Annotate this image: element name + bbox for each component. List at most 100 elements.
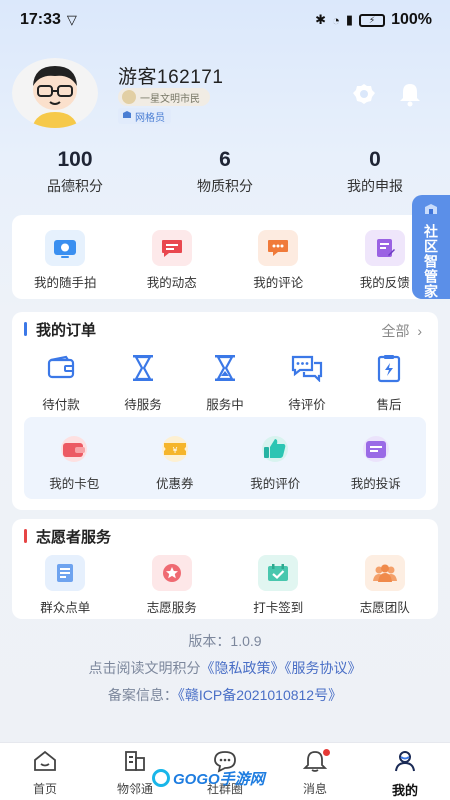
username: 游客162171 [118, 67, 224, 88]
tab-label: 首页 [32, 782, 57, 796]
review-icon [287, 350, 327, 386]
community-assistant-label: 社区智管家 [423, 224, 439, 299]
level-badge-label: 一星文明市民 [140, 93, 200, 105]
tab-home[interactable]: 首页 [0, 743, 90, 800]
wifi-icon: ◔ [332, 12, 340, 28]
hourglass-icon [123, 350, 163, 386]
sub-item-label: 我的卡包 [49, 477, 100, 491]
stat-label: 品德积分 [47, 178, 103, 194]
service-agreement-link[interactable]: 《服务协议》 [285, 660, 362, 676]
comment-icon [258, 230, 299, 266]
order-status-label: 服务中 [206, 398, 244, 412]
volunteer-service[interactable]: 志愿服务 [119, 555, 226, 616]
orders-header: 我的订单 全部 › [12, 312, 438, 346]
settings-icon[interactable] [350, 80, 378, 108]
sub-item-label: 优惠券 [155, 477, 194, 491]
volunteer-checkin[interactable]: 打卡签到 [225, 555, 332, 616]
watermark-logo-icon [152, 769, 170, 787]
view-all-orders-link[interactable]: 全部 › [382, 321, 422, 341]
community-assistant-tag[interactable]: 社区智管家 [412, 195, 450, 299]
notification-bell-icon[interactable] [396, 80, 424, 108]
icp-link[interactable]: 《赣ICP备2021010812号》 [178, 687, 342, 703]
section-title: 志愿者服务 [36, 528, 112, 546]
section-accent-bar [24, 529, 27, 543]
unread-dot [323, 749, 330, 756]
volunteer-public-order[interactable]: 群众点单 [12, 555, 119, 616]
volunteer-card: 志愿者服务 群众点单 志愿服务 打卡签到 志愿团队 [12, 519, 438, 619]
status-bar: 17:33 ▽ ✱ ◔ ▮ ⚡ 100% [0, 0, 450, 40]
orders-sub-panel: 我的卡包 ¥ 优惠券 我的评价 我的投诉 [24, 417, 426, 499]
site-watermark: GOGO手游网 [152, 766, 265, 790]
sub-item-coupon[interactable]: ¥ 优惠券 [125, 431, 226, 499]
grid-member-icon [122, 110, 132, 123]
quick-actions-card: 我的随手拍 我的动态 我的评论 我的反馈 [12, 215, 438, 299]
points-stats: 100 品德积分 6 物质积分 0 我的申报 [0, 148, 450, 198]
volunteer-header: 志愿者服务 [12, 519, 438, 553]
order-pending-payment[interactable]: 待付款 [20, 350, 102, 413]
sub-item-card-wallet[interactable]: 我的卡包 [24, 431, 125, 499]
role-badge-label: 网格员 [135, 112, 165, 124]
svg-text:¥: ¥ [172, 446, 177, 455]
wallet-icon [41, 350, 81, 386]
order-list-icon [45, 555, 86, 591]
home-icon [32, 749, 58, 778]
stat-moral-points[interactable]: 100 品德积分 [0, 148, 150, 198]
stat-material-points[interactable]: 6 物质积分 [150, 148, 300, 198]
agreement-line: 点击阅读文明积分《隐私政策》《服务协议》 [0, 658, 450, 678]
watermark-text: GOGO手游网 [173, 770, 265, 788]
role-badge: 网格员 [118, 108, 171, 124]
thumb-up-icon [255, 431, 295, 467]
order-status-label: 待评价 [288, 398, 326, 412]
app-version: 版本：1.0.9 [188, 633, 262, 649]
order-after-sale[interactable]: 售后 [348, 350, 430, 413]
quick-action-label: 我的动态 [146, 276, 197, 290]
status-time: 17:33 [20, 11, 61, 28]
volunteer-item-label: 打卡签到 [253, 601, 304, 615]
assistant-icon [423, 203, 439, 220]
camera-icon [45, 230, 86, 266]
orders-card: 我的订单 全部 › 待付款 待服务 服务中 待评价 售后 我的卡包 ¥ 优惠券 … [12, 312, 438, 510]
volunteer-item-label: 志愿服务 [146, 601, 197, 615]
coupon-icon: ¥ [155, 431, 195, 467]
avatar[interactable] [12, 58, 98, 128]
team-icon [364, 555, 405, 591]
order-status-label: 售后 [376, 398, 402, 412]
tab-messages[interactable]: 消息 [270, 743, 360, 800]
user-icon [392, 749, 418, 778]
card-wallet-icon [54, 431, 94, 467]
stat-value: 6 [219, 148, 231, 171]
quick-action-snapshot[interactable]: 我的随手拍 [12, 230, 119, 291]
building-icon [122, 749, 148, 778]
volunteer-item-label: 志愿团队 [359, 601, 410, 615]
tab-label: 物邻通 [116, 782, 153, 796]
feedback-icon [364, 230, 405, 266]
stat-label: 物质积分 [197, 178, 253, 194]
sub-item-my-reviews[interactable]: 我的评价 [225, 431, 326, 499]
chevron-right-icon: › [413, 323, 422, 339]
sub-item-complaints[interactable]: 我的投诉 [326, 431, 427, 499]
hourglass-icon [205, 350, 245, 386]
privacy-policy-link[interactable]: 《隐私政策》 [201, 660, 285, 676]
tab-mine[interactable]: 我的 [360, 743, 450, 800]
stat-my-declarations[interactable]: 0 我的申报 [300, 148, 450, 198]
quick-action-posts[interactable]: 我的动态 [119, 230, 226, 291]
volunteer-team[interactable]: 志愿团队 [332, 555, 439, 616]
quick-action-label: 我的反馈 [359, 276, 410, 290]
bluetooth-icon: ✱ [315, 12, 327, 27]
sub-item-label: 我的投诉 [350, 477, 401, 491]
tab-label: 消息 [302, 782, 327, 796]
order-pending-review[interactable]: 待评价 [266, 350, 348, 413]
section-accent-bar [24, 322, 27, 336]
stat-value: 0 [369, 148, 381, 171]
star-icon [151, 555, 192, 591]
order-pending-service[interactable]: 待服务 [102, 350, 184, 413]
icp-prefix: 备案信息： [107, 687, 178, 703]
view-all-label: 全部 [381, 323, 410, 339]
battery-icon: ⚡ [359, 13, 386, 27]
tab-label: 我的 [391, 783, 418, 798]
medal-icon [122, 90, 136, 104]
chat-icon [151, 230, 192, 266]
checkin-icon [258, 555, 299, 591]
order-in-service[interactable]: 服务中 [184, 350, 266, 413]
quick-action-comments[interactable]: 我的评论 [225, 230, 332, 291]
